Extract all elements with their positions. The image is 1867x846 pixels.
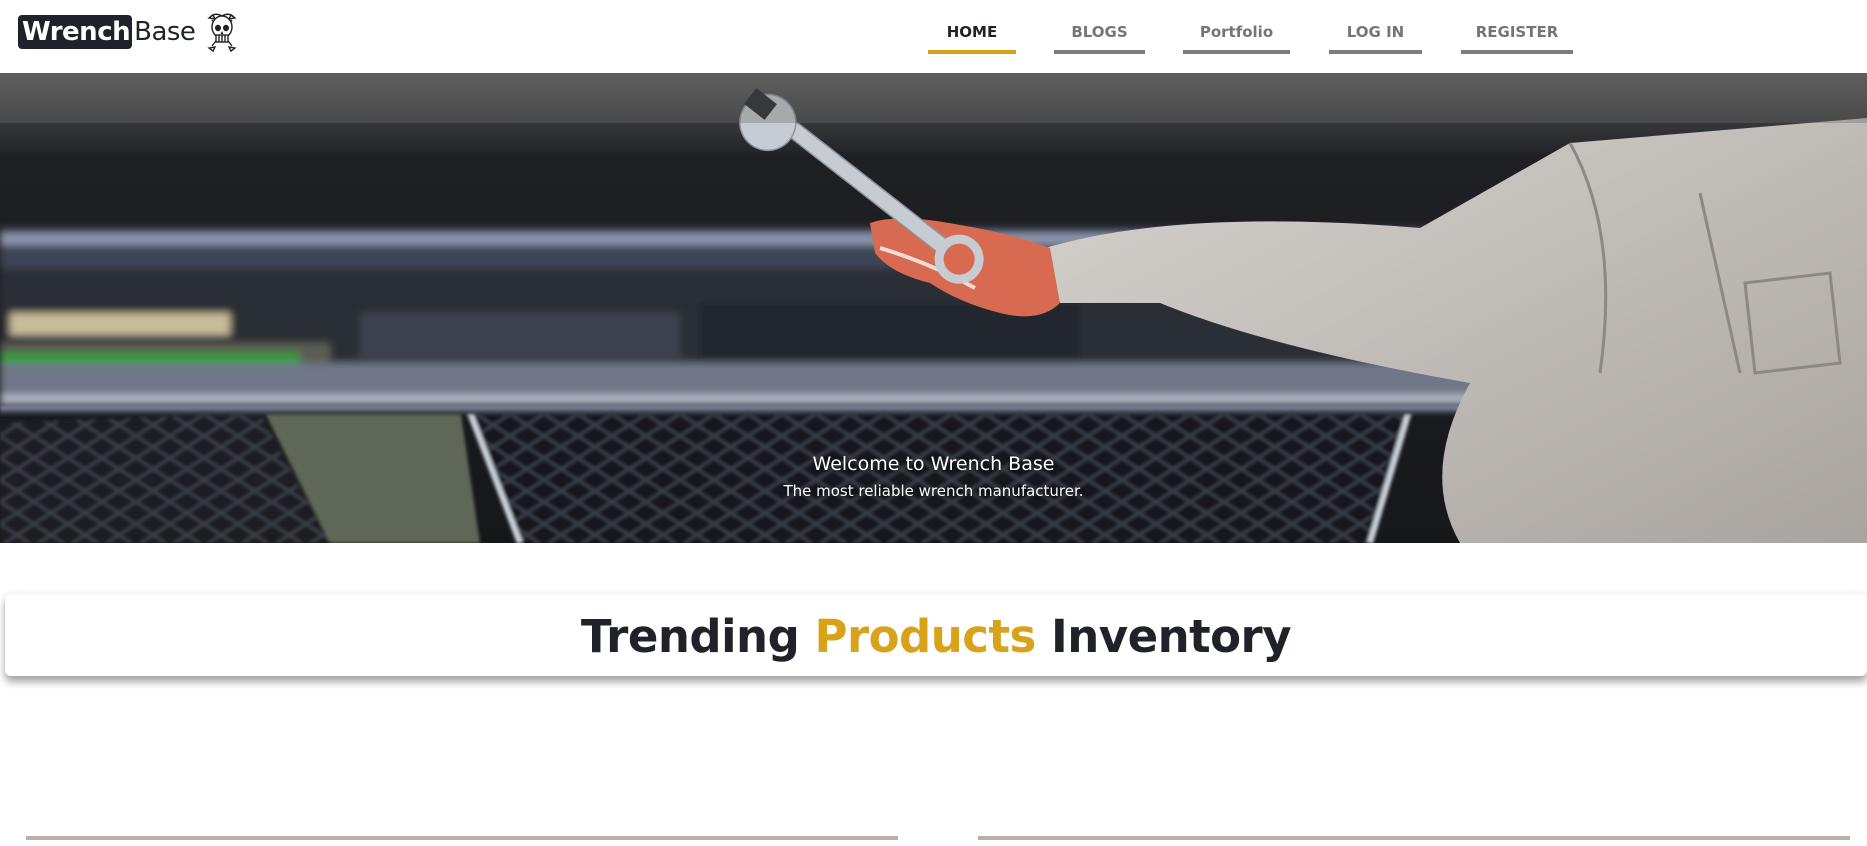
nav-home[interactable]: HOME	[928, 20, 1016, 54]
product-card-top-border	[978, 836, 1850, 840]
main-nav: HOME BLOGS Portfolio LOG IN REGISTER	[0, 20, 1867, 54]
hero-banner: Welcome to Wrench Base The most reliable…	[0, 73, 1867, 543]
nav-portfolio[interactable]: Portfolio	[1183, 20, 1290, 54]
hero-title: Welcome to Wrench Base	[812, 453, 1055, 475]
product-card-top-border	[26, 836, 898, 840]
hero-subtitle: The most reliable wrench manufacturer.	[783, 482, 1084, 500]
nav-login[interactable]: LOG IN	[1329, 20, 1422, 54]
section-title-part1: Trending	[580, 610, 800, 663]
nav-blogs[interactable]: BLOGS	[1054, 20, 1145, 54]
section-header-card: Trending Products Inventory	[5, 594, 1867, 676]
nav-register[interactable]: REGISTER	[1461, 20, 1573, 54]
section-title-accent: Products	[814, 610, 1036, 663]
section-title: Trending Products Inventory	[5, 612, 1867, 662]
section-title-part2: Inventory	[1050, 610, 1292, 663]
site-header: Wrench Base HOME BLOGS Portfolio LOG IN …	[0, 0, 1867, 73]
